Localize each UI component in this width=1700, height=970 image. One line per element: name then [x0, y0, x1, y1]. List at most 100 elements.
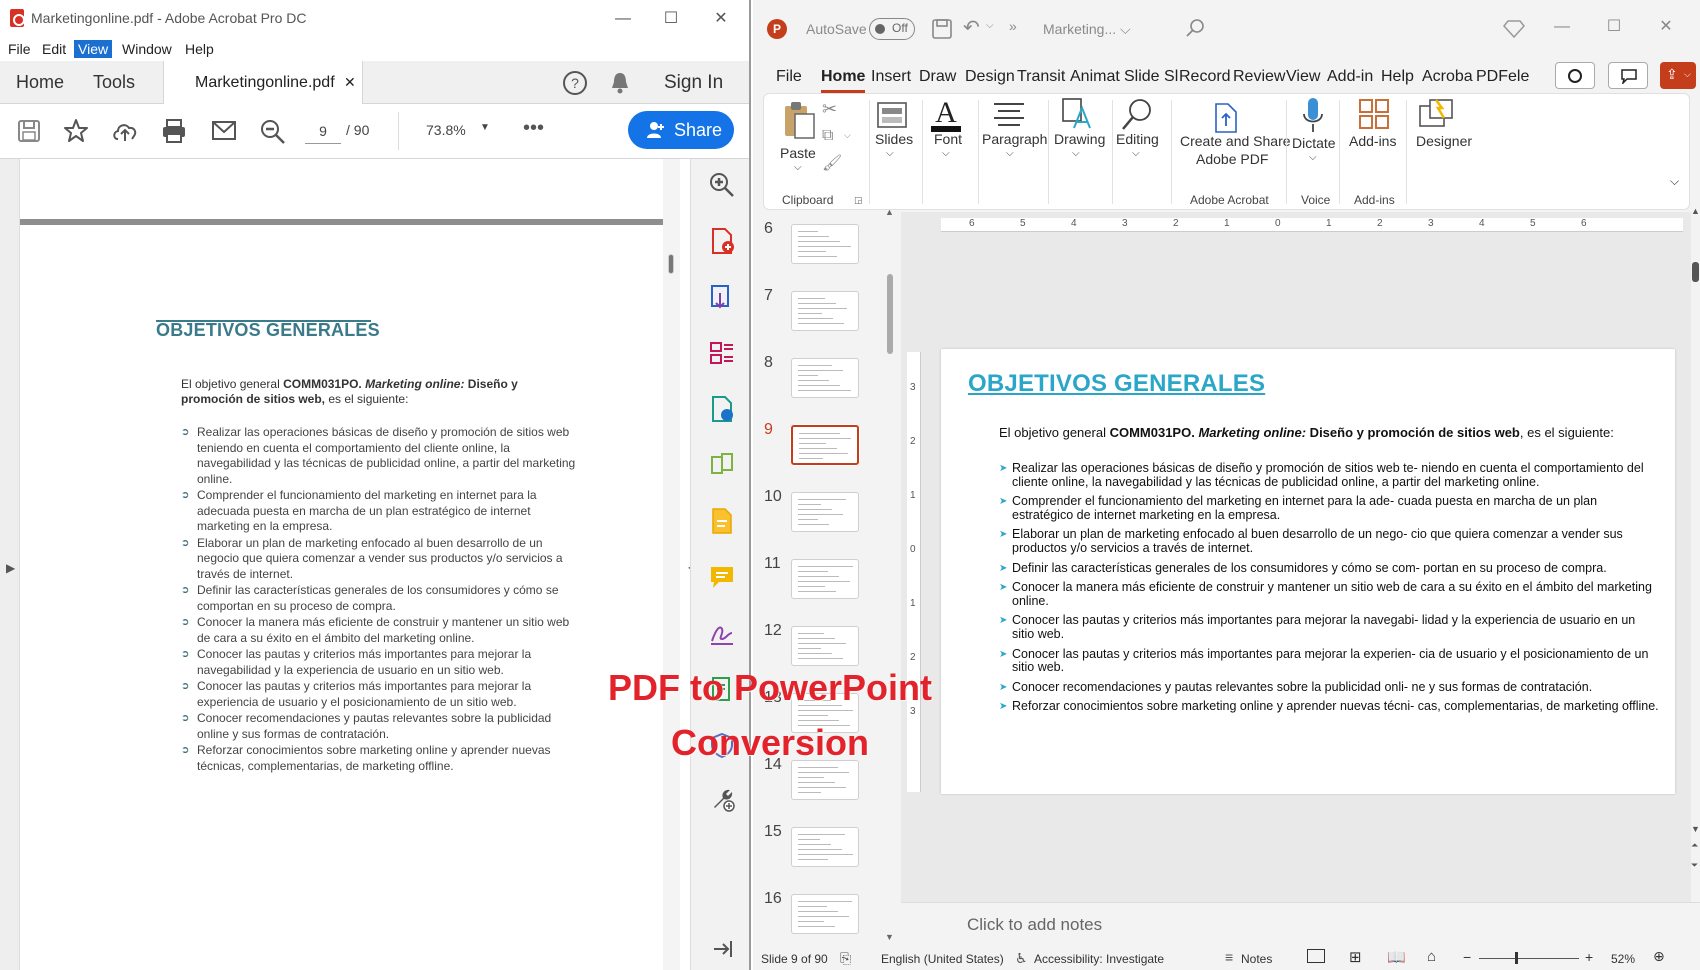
- share-button[interactable]: ⇪ ⌵: [1660, 62, 1696, 89]
- ribbon-collapse-icon[interactable]: ⌵: [1670, 174, 1679, 189]
- dictate-button[interactable]: Dictate: [1292, 135, 1336, 151]
- sign-in-link[interactable]: Sign In: [664, 61, 723, 104]
- create-share-pdf-line2[interactable]: Adobe PDF: [1196, 151, 1268, 167]
- create-pdf-icon[interactable]: [1212, 102, 1240, 134]
- autosave-toggle[interactable]: Off: [869, 18, 915, 40]
- current-slide[interactable]: OBJETIVOS GENERALES El objetivo general …: [941, 349, 1675, 794]
- font-icon[interactable]: A: [928, 94, 964, 134]
- page-number-input[interactable]: 9: [305, 118, 341, 144]
- maximize-icon[interactable]: ☐: [1591, 14, 1637, 40]
- tab-close-icon[interactable]: ✕: [344, 61, 356, 104]
- paste-icon[interactable]: [782, 100, 816, 140]
- email-icon[interactable]: [210, 119, 238, 143]
- paragraph-button[interactable]: Paragraph: [982, 131, 1047, 147]
- slide-heading[interactable]: OBJETIVOS GENERALES: [968, 370, 1265, 398]
- tab-document[interactable]: Marketingonline.pdf ✕: [163, 61, 363, 105]
- menu-edit[interactable]: Edit: [38, 40, 70, 58]
- slide-thumbnail[interactable]: [791, 827, 859, 867]
- slides-icon[interactable]: [876, 100, 908, 132]
- close-icon[interactable]: ✕: [698, 6, 744, 32]
- drawing-dropdown-icon[interactable]: ⌵: [1072, 148, 1080, 159]
- copy-icon[interactable]: ⧉: [822, 127, 833, 145]
- zoom-in-icon[interactable]: [708, 171, 736, 199]
- diamond-premium-icon[interactable]: [1503, 18, 1525, 38]
- designer-icon[interactable]: [1418, 96, 1454, 130]
- create-pdf-icon[interactable]: [708, 227, 736, 255]
- scroll-down-icon[interactable]: ▼: [1691, 824, 1700, 834]
- slide-thumbnail[interactable]: [791, 291, 859, 331]
- collapse-pane-icon[interactable]: [708, 935, 736, 963]
- tab-home[interactable]: Home: [821, 68, 866, 93]
- comments-button[interactable]: [1608, 62, 1648, 89]
- minimize-icon[interactable]: —: [600, 6, 646, 32]
- slides-dropdown-icon[interactable]: ⌵: [886, 148, 894, 159]
- tab-record[interactable]: Record: [1179, 68, 1231, 86]
- slide-thumbnail[interactable]: [790, 424, 860, 466]
- previous-slide-icon[interactable]: ⏶: [1691, 840, 1698, 851]
- microphone-icon[interactable]: [1301, 96, 1325, 136]
- editing-button[interactable]: Editing: [1116, 131, 1159, 147]
- editing-icon[interactable]: [1120, 96, 1154, 132]
- zoom-dropdown-icon[interactable]: ▼: [480, 122, 490, 133]
- paste-dropdown-icon[interactable]: ⌵: [794, 162, 802, 173]
- zoom-out-icon[interactable]: [258, 117, 288, 147]
- bell-icon[interactable]: [608, 70, 632, 96]
- compare-files-icon[interactable]: [708, 451, 736, 479]
- add-ins-icon[interactable]: [1358, 98, 1390, 130]
- editor-scroll-thumb[interactable]: [1692, 262, 1699, 282]
- more-tools-wrench-icon[interactable]: [708, 785, 736, 813]
- scroll-up-icon[interactable]: ▲: [1691, 206, 1700, 216]
- cut-icon[interactable]: ✂: [822, 99, 837, 120]
- tab-draw[interactable]: Draw: [919, 68, 956, 86]
- thumbnails-scroll-thumb[interactable]: [887, 274, 893, 354]
- edit-pdf-icon[interactable]: [708, 395, 736, 423]
- search-icon[interactable]: [1185, 18, 1205, 38]
- left-panel-strip[interactable]: ▶: [0, 159, 20, 970]
- maximize-icon[interactable]: ☐: [648, 6, 694, 32]
- slide-thumbnail[interactable]: [791, 559, 859, 599]
- zoom-level[interactable]: 73.8%: [426, 122, 466, 138]
- slide-thumbnail[interactable]: [791, 224, 859, 264]
- drawing-button[interactable]: Drawing: [1054, 131, 1105, 147]
- save-icon[interactable]: [16, 118, 42, 144]
- language-indicator[interactable]: English (United States): [881, 952, 1004, 966]
- designer-button[interactable]: Designer: [1416, 133, 1472, 149]
- fit-to-window-icon[interactable]: ⊕: [1653, 948, 1665, 965]
- clipboard-launcher-icon[interactable]: ◲: [854, 195, 863, 206]
- menu-help[interactable]: Help: [181, 40, 218, 58]
- slide-thumbnail[interactable]: [791, 492, 859, 532]
- fill-sign-icon[interactable]: [708, 507, 736, 535]
- editing-dropdown-icon[interactable]: ⌵: [1132, 148, 1140, 159]
- signature-icon[interactable]: [708, 619, 736, 647]
- more-commands-icon[interactable]: »: [1009, 18, 1017, 34]
- zoom-slider-thumb[interactable]: [1515, 952, 1518, 964]
- export-pdf-icon[interactable]: [708, 283, 736, 311]
- notes-toggle[interactable]: Notes: [1241, 952, 1272, 966]
- tab-file[interactable]: File: [776, 68, 802, 86]
- tab-add-ins[interactable]: Add-in: [1327, 68, 1373, 86]
- menu-view[interactable]: View: [74, 40, 113, 58]
- print-icon[interactable]: [160, 117, 188, 145]
- share-button[interactable]: Share: [628, 111, 734, 149]
- editor-scrollbar[interactable]: ▲ ▼ ⏶ ⏷: [1691, 206, 1700, 902]
- thumbnails-scrollbar[interactable]: ▲ ▼: [884, 207, 894, 942]
- tab-slide-show[interactable]: Slide Sl: [1124, 68, 1178, 86]
- tab-review[interactable]: Review: [1233, 68, 1285, 86]
- copy-dropdown-icon[interactable]: ⌵: [844, 130, 851, 141]
- organize-pages-icon[interactable]: [708, 339, 736, 367]
- zoom-percentage[interactable]: 52%: [1611, 952, 1635, 966]
- normal-view-icon[interactable]: [1307, 949, 1325, 963]
- more-tools-icon[interactable]: •••: [523, 117, 544, 140]
- tab-home[interactable]: Home: [16, 61, 64, 104]
- tab-insert[interactable]: Insert: [871, 68, 911, 86]
- star-icon[interactable]: [62, 117, 90, 145]
- expand-left-panel-icon[interactable]: ▶: [6, 561, 15, 575]
- scroll-up-icon[interactable]: ▲: [885, 207, 894, 217]
- help-icon[interactable]: ?: [562, 70, 588, 96]
- slide-thumbnail[interactable]: [791, 894, 859, 934]
- notes-icon[interactable]: ≡: [1225, 949, 1233, 965]
- undo-icon[interactable]: ↶: [963, 15, 980, 40]
- create-share-pdf-line1[interactable]: Create and Share: [1180, 133, 1291, 149]
- document-title[interactable]: Marketing... ⌵: [1043, 21, 1131, 38]
- tab-view[interactable]: View: [1286, 68, 1320, 86]
